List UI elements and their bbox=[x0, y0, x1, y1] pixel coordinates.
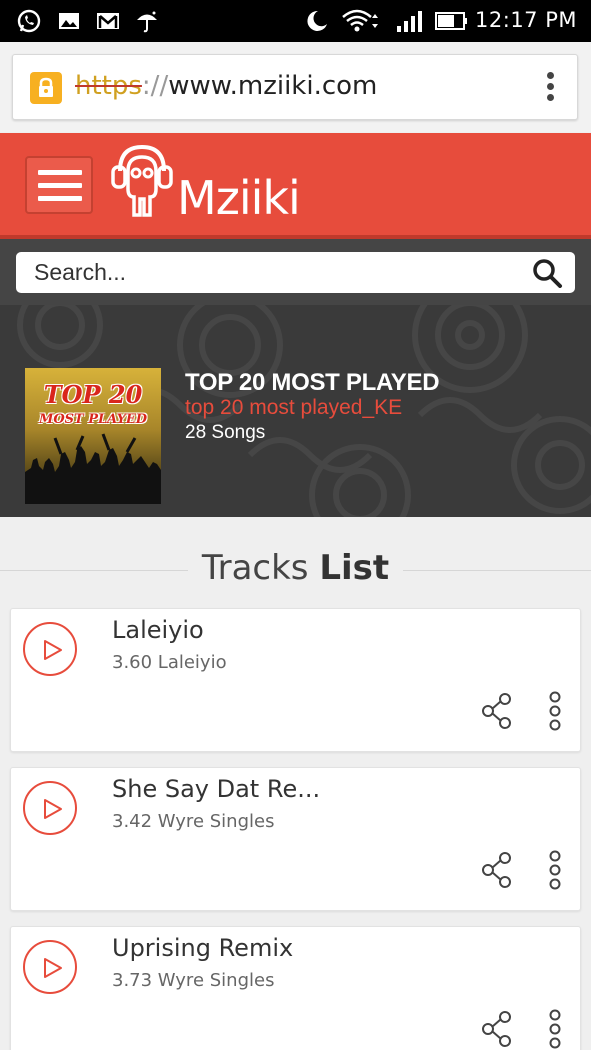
track-meta: 3.73 Wyre Singles bbox=[112, 970, 275, 991]
status-time: 12:17 PM bbox=[475, 8, 577, 32]
play-button[interactable] bbox=[23, 622, 77, 676]
site-header: Mziiki bbox=[0, 133, 591, 239]
address-bar[interactable]: https://www.mziiki.com bbox=[12, 54, 578, 120]
browser-toolbar: https://www.mziiki.com bbox=[0, 42, 591, 132]
lock-icon bbox=[30, 72, 62, 104]
play-icon bbox=[44, 958, 62, 978]
track-card[interactable]: Laleiyio 3.60 Laleiyio bbox=[10, 608, 581, 752]
track-title[interactable]: She Say Dat Re... bbox=[112, 775, 320, 803]
play-button[interactable] bbox=[23, 940, 77, 994]
search-box bbox=[16, 252, 575, 293]
gmail-icon bbox=[97, 13, 119, 29]
url-scheme: https bbox=[75, 71, 142, 101]
track-title[interactable]: Uprising Remix bbox=[112, 934, 293, 962]
whatsapp-icon bbox=[17, 9, 41, 33]
track-card[interactable]: She Say Dat Re... 3.42 Wyre Singles bbox=[10, 767, 581, 911]
more-options-icon[interactable] bbox=[547, 850, 563, 890]
tracks-heading-light: Tracks bbox=[201, 548, 309, 588]
url-host: www.mziiki.com bbox=[168, 71, 378, 101]
share-icon[interactable] bbox=[481, 851, 513, 889]
crowd-silhouette bbox=[25, 433, 161, 504]
tracks-heading-label: Tracks List bbox=[0, 548, 591, 588]
track-card[interactable]: Uprising Remix 3.73 Wyre Singles bbox=[10, 926, 581, 1050]
cover-title: TOP 20 bbox=[43, 380, 143, 409]
search-icon[interactable] bbox=[531, 258, 563, 288]
playlist-banner: TOP 20 MOST PLAYED TOP 20 MOST PLAYED to… bbox=[0, 305, 591, 517]
overflow-menu-icon[interactable] bbox=[545, 72, 555, 104]
playlist-title: TOP 20 MOST PLAYED bbox=[185, 369, 440, 396]
cover-subtitle: MOST PLAYED bbox=[38, 412, 148, 427]
brand-name[interactable]: Mziiki bbox=[177, 171, 301, 225]
play-icon bbox=[44, 640, 62, 660]
playlist-song-count: 28 Songs bbox=[185, 422, 266, 443]
url-text: https://www.mziiki.com bbox=[75, 71, 377, 101]
signal-icon bbox=[397, 11, 422, 32]
share-icon[interactable] bbox=[481, 692, 513, 730]
more-options-icon[interactable] bbox=[547, 691, 563, 731]
moon-icon bbox=[307, 10, 327, 31]
search-input[interactable] bbox=[16, 252, 516, 293]
more-options-icon[interactable] bbox=[547, 1009, 563, 1049]
search-bar bbox=[0, 239, 591, 305]
playlist-subtitle: top 20 most played_KE bbox=[185, 396, 403, 419]
track-meta: 3.42 Wyre Singles bbox=[112, 811, 275, 832]
mziiki-logo-icon bbox=[111, 144, 173, 217]
share-icon[interactable] bbox=[481, 1010, 513, 1048]
status-bar: 12:17 PM bbox=[0, 0, 591, 42]
umbrella-icon bbox=[137, 11, 157, 33]
track-meta: 3.60 Laleiyio bbox=[112, 652, 227, 673]
hamburger-menu-button[interactable] bbox=[25, 156, 93, 214]
gallery-icon bbox=[59, 13, 79, 29]
track-title[interactable]: Laleiyio bbox=[112, 616, 204, 644]
play-icon bbox=[44, 799, 62, 819]
playlist-cover-image[interactable]: TOP 20 MOST PLAYED bbox=[25, 368, 161, 504]
play-button[interactable] bbox=[23, 781, 77, 835]
wifi-icon bbox=[342, 9, 378, 32]
tracks-heading: Tracks List bbox=[0, 548, 591, 590]
battery-icon bbox=[435, 12, 467, 30]
url-separator: :// bbox=[141, 71, 169, 101]
tracks-heading-bold: List bbox=[319, 548, 390, 588]
